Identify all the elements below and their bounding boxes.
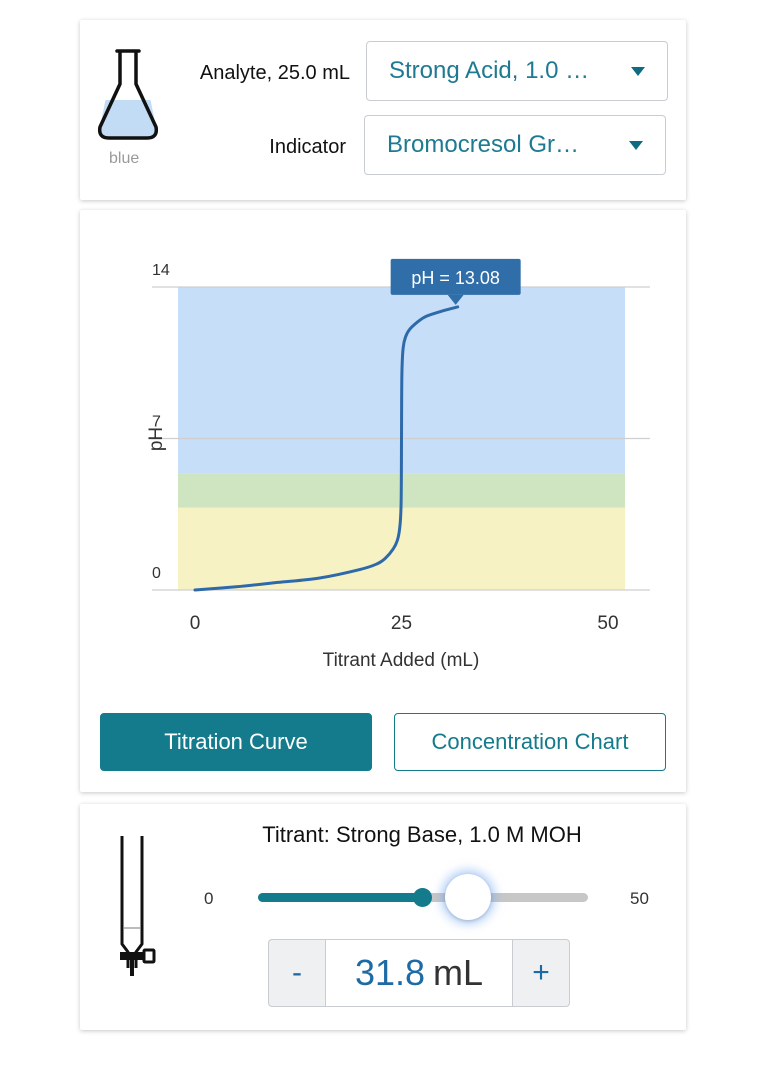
volume-slider-track[interactable] [258,888,588,907]
volume-unit: mL [433,952,484,993]
chevron-down-icon [629,140,643,150]
analyte-select-value: Strong Acid, 1.0 … [389,57,590,84]
indicator-select[interactable]: Bromocresol Gr… [364,115,666,175]
x-axis-label: Titrant Added (mL) [323,650,480,671]
burette-icon [120,836,156,976]
graph-panel: 0 7 14 0 25 50 pH = 13.08 pH Titrant Added (… [80,210,686,792]
slider-min-label: 0 [204,889,214,908]
y-tick-label: 0 [152,565,161,582]
slider-max-label: 50 [630,889,649,908]
titrant-title: Titrant: Strong Base, 1.0 M MOH [262,822,582,847]
volume-slider-snap-marker [413,888,432,907]
volume-stepper: - 31.8 mL + [268,939,570,1007]
volume-field[interactable]: 31.8 mL [326,939,512,1007]
volume-slider-thumb[interactable] [444,874,491,920]
titration-curve-chart: 0714 0 25 50 pH = 13.08 pH Titrant Added (… [146,258,650,671]
concentration-chart-button[interactable]: Concentration Chart [394,713,666,771]
increment-button[interactable]: + [512,939,570,1007]
indicator-select-value: Bromocresol Gr… [387,131,580,158]
chevron-down-icon [631,66,645,76]
flask-color-label: blue [109,150,140,167]
x-tick-label: 50 [597,613,618,634]
volume-slider-fill [258,893,423,902]
decrement-button[interactable]: - [268,939,326,1007]
y-tick-label: 14 [152,262,170,279]
volume-value: 31.8 [354,952,426,993]
indicator-label: Indicator [269,136,346,158]
analyte-select[interactable]: Strong Acid, 1.0 … [366,41,668,101]
analyte-label: Analyte, 25.0 mL [199,62,350,84]
x-tick-label: 0 [190,613,201,634]
y-axis-label: pH [146,427,167,451]
titration-curve-button[interactable]: Titration Curve [100,713,372,771]
ph-tooltip-text: pH = 13.08 [411,268,500,288]
analyte-panel: blue Analyte, 25.0 mL Strong Acid, 1.0 …… [80,20,686,200]
titrant-panel: Titrant: Strong Base, 1.0 M MOH 0 50 - 3… [80,804,686,1030]
x-tick-label: 25 [391,613,412,634]
